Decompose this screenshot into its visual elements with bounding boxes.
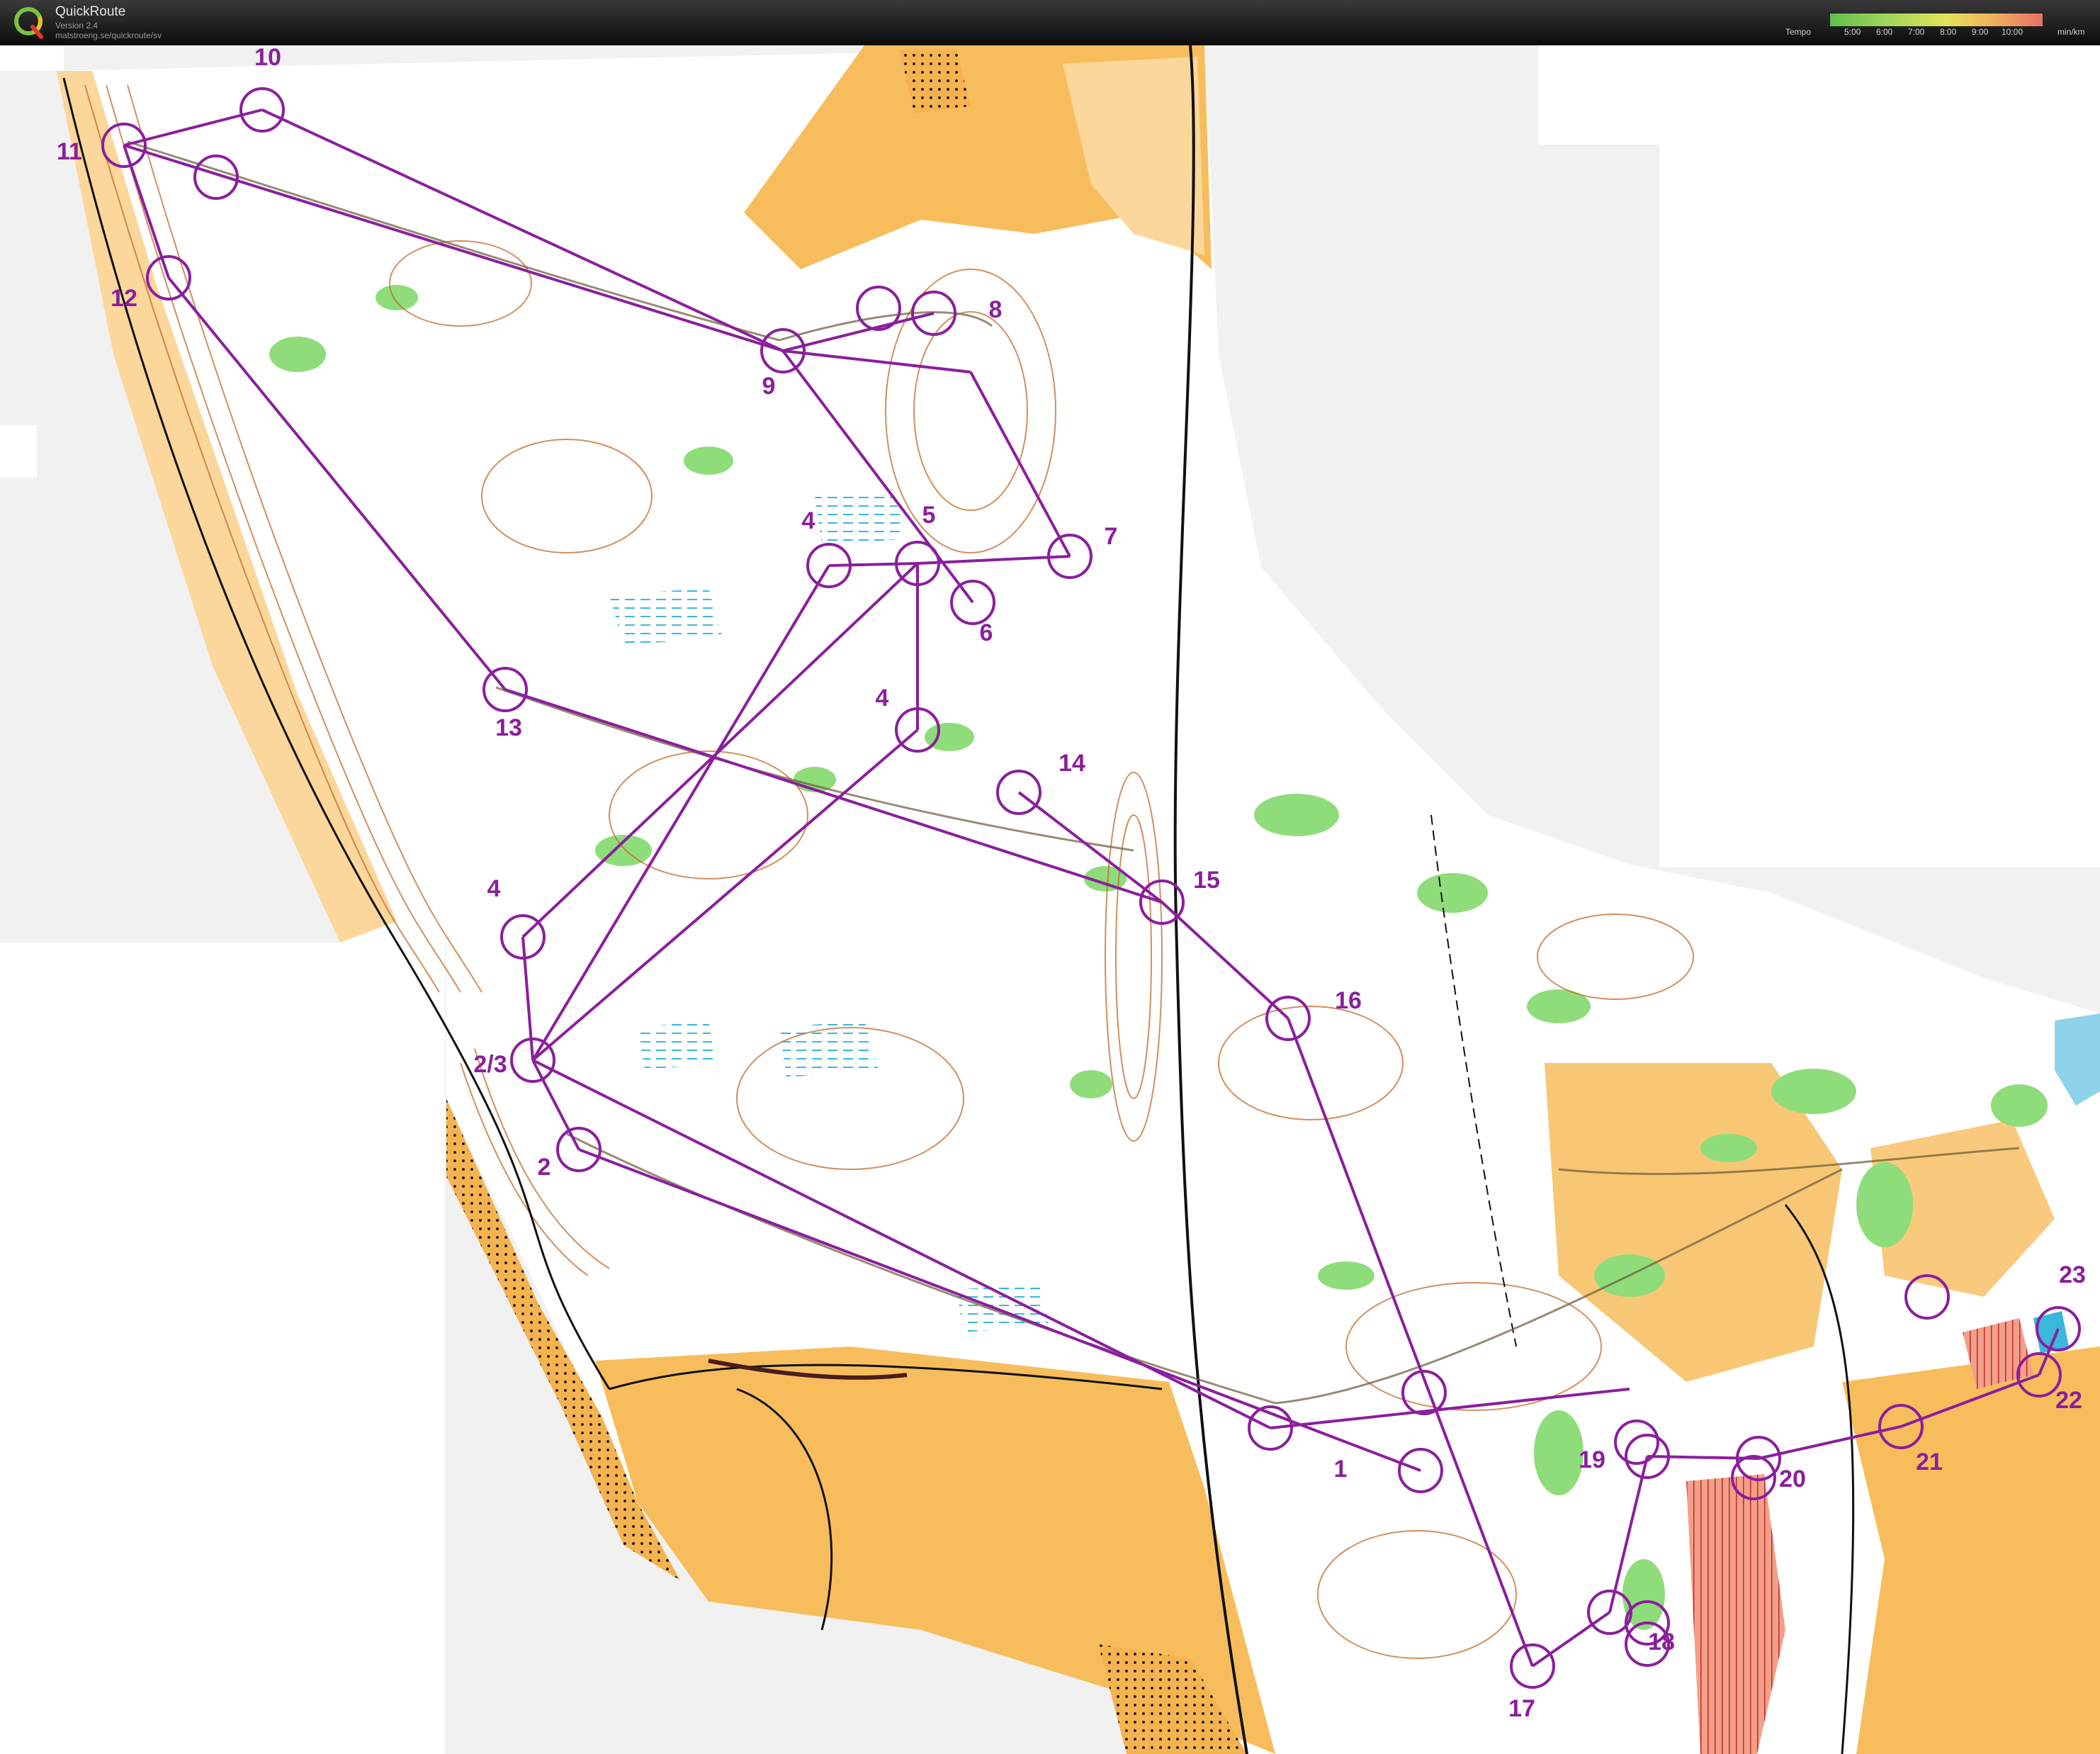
tempo-label: Tempo [1785, 27, 1812, 37]
control-number: 2 [538, 1154, 551, 1181]
control-number: 6 [980, 619, 993, 646]
control-number: 11 [57, 138, 82, 165]
control-number: 14 [1059, 750, 1085, 777]
control-number: 4 [876, 685, 889, 712]
control-number: 7 [1105, 523, 1118, 550]
app-name: QuickRoute [55, 4, 126, 19]
app-url: matstroeng.se/quickroute/sv [55, 30, 162, 40]
control-number: 23 [2059, 1261, 2086, 1288]
tempo-tick: 10:00 [2002, 27, 2023, 37]
control-number: 4 [487, 875, 501, 902]
control-number: 2/3 [473, 1051, 507, 1078]
control-number: 20 [1779, 1466, 1806, 1492]
tempo-unit: min/km [2057, 27, 2085, 37]
quickroute-logo-icon [14, 7, 43, 39]
control-number: 18 [1648, 1629, 1675, 1655]
control-number: 5 [922, 502, 936, 529]
app-version: Version 2.4 [55, 21, 98, 30]
tempo-tick: 6:00 [1876, 27, 1893, 37]
control-number: 16 [1335, 987, 1362, 1014]
control-number: 1 [1334, 1456, 1348, 1483]
control-number: 19 [1579, 1446, 1605, 1473]
orienteering-map[interactable]: 10111298754641314154162/321 1920212322181… [0, 45, 2100, 1754]
marsh [609, 588, 723, 645]
title-bar: QuickRoute Version 2.4 matstroeng.se/qui… [0, 0, 2100, 47]
control-number: 15 [1193, 867, 1220, 894]
control-number: 8 [989, 296, 1003, 323]
control-number: 10 [254, 45, 281, 71]
control-number: 4 [802, 507, 815, 534]
control-number: 9 [762, 373, 776, 400]
tempo-tick: 7:00 [1908, 27, 1925, 37]
tempo-tick: 8:00 [1940, 27, 1957, 37]
tempo-tick: 5:00 [1844, 27, 1861, 37]
tempo-tick: 9:00 [1972, 27, 1989, 37]
control-number: 12 [111, 285, 137, 312]
control-number: 13 [495, 714, 522, 741]
tempo-color-scale [1829, 13, 2043, 27]
control-number: 22 [2055, 1387, 2082, 1414]
control-number: 21 [1916, 1449, 1943, 1475]
control-number: 17 [1508, 1695, 1535, 1722]
marsh [638, 1021, 716, 1070]
